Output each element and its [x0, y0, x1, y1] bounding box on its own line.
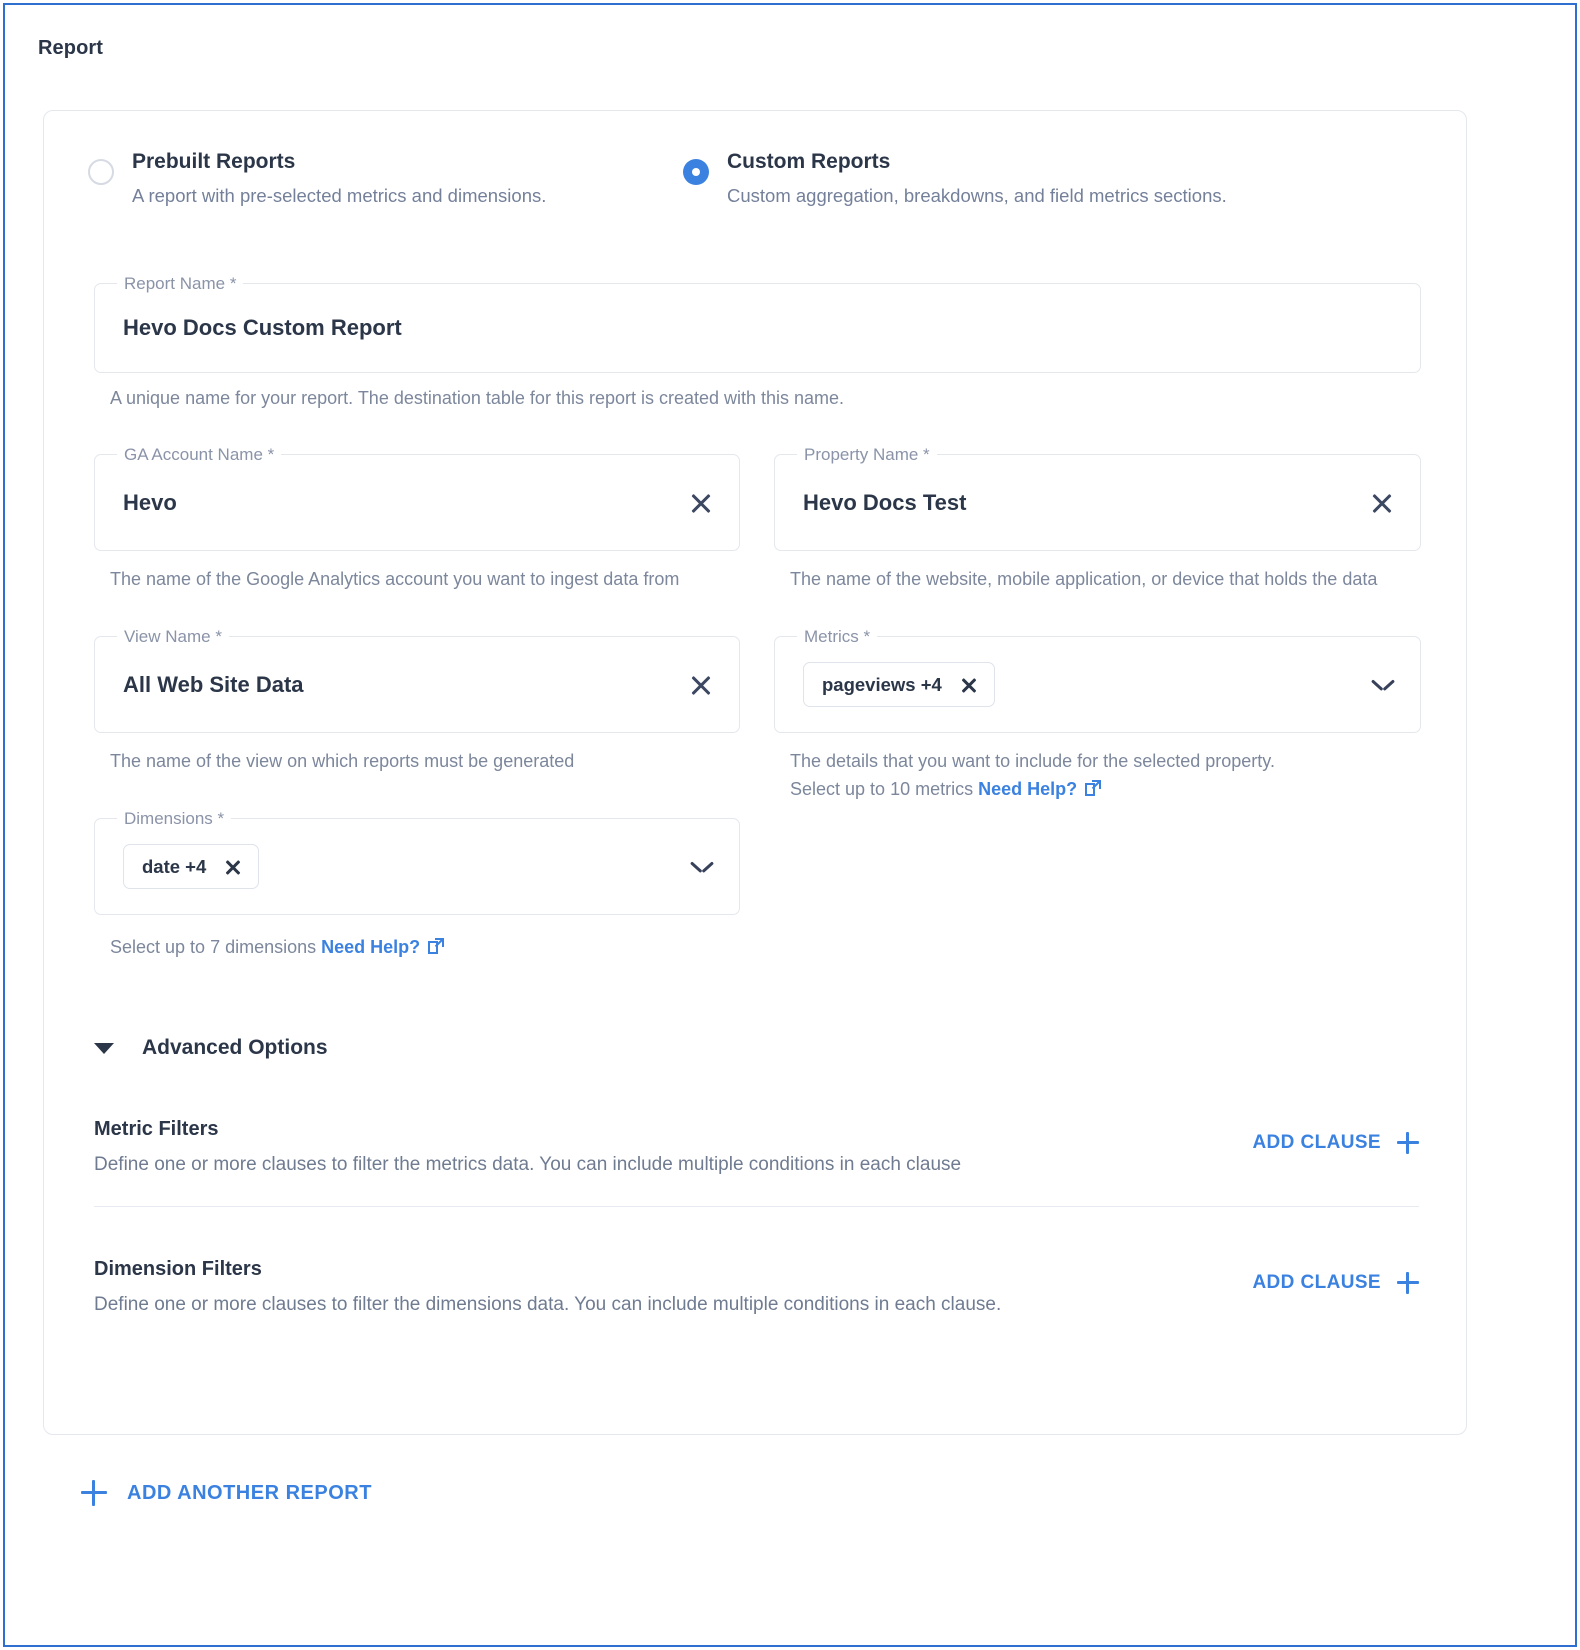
- view-name-helper: The name of the view on which reports mu…: [110, 751, 575, 771]
- view-name-legend: View Name *: [117, 626, 229, 648]
- metrics-chip-label: pageviews +4: [822, 673, 942, 695]
- ga-account-name-field[interactable]: GA Account Name * Hevo: [94, 444, 740, 551]
- metric-filters-title: Metric Filters: [94, 1118, 219, 1140]
- app-window: Report Prebuilt Reports A report with pr…: [3, 3, 1577, 1647]
- filters-divider: [94, 1206, 1419, 1207]
- dimension-filters-add-clause-button[interactable]: ADD CLAUSE: [1252, 1272, 1419, 1294]
- page-title: Report: [38, 37, 104, 59]
- external-link-icon[interactable]: [426, 936, 446, 963]
- dimensions-chevron-down-icon[interactable]: [691, 861, 713, 873]
- view-name-clear-icon[interactable]: [689, 673, 713, 697]
- metric-filters-add-clause-button[interactable]: ADD CLAUSE: [1252, 1132, 1419, 1154]
- add-another-report-button[interactable]: ADD ANOTHER REPORT: [81, 1480, 372, 1506]
- radio-custom-description: Custom aggregation, breakdowns, and fiel…: [727, 185, 1227, 206]
- dimensions-legend: Dimensions *: [117, 808, 232, 830]
- radio-custom-label: Custom Reports: [727, 150, 891, 173]
- advanced-options-toggle[interactable]: Advanced Options: [94, 1036, 328, 1060]
- radio-option-prebuilt-reports[interactable]: Prebuilt Reports A report with pre-selec…: [88, 149, 683, 208]
- metrics-need-help-link[interactable]: Need Help?: [978, 779, 1077, 799]
- plus-icon: [1397, 1272, 1419, 1294]
- ga-account-name-helper: The name of the Google Analytics account…: [110, 569, 680, 589]
- plus-icon: [1397, 1132, 1419, 1154]
- metrics-chip[interactable]: pageviews +4: [803, 662, 995, 707]
- plus-icon: [81, 1480, 107, 1506]
- radio-prebuilt-description: A report with pre-selected metrics and d…: [132, 185, 547, 206]
- ga-account-name-legend: GA Account Name *: [117, 444, 282, 466]
- report-name-legend: Report Name *: [117, 273, 244, 295]
- dimensions-chip[interactable]: date +4: [123, 844, 260, 889]
- dimensions-helper: Select up to 7 dimensions Need Help?: [110, 935, 730, 963]
- metric-filters-add-clause-label: ADD CLAUSE: [1252, 1132, 1381, 1153]
- metrics-field[interactable]: Metrics * pageviews +4: [774, 626, 1421, 733]
- property-name-clear-icon[interactable]: [1370, 491, 1394, 515]
- external-link-icon[interactable]: [1083, 778, 1103, 805]
- dimension-filters-add-clause-label: ADD CLAUSE: [1252, 1272, 1381, 1293]
- metrics-legend: Metrics *: [797, 626, 878, 648]
- dimensions-field[interactable]: Dimensions * date +4: [94, 808, 740, 915]
- property-name-field[interactable]: Property Name * Hevo Docs Test: [774, 444, 1421, 551]
- view-name-field[interactable]: View Name * All Web Site Data: [94, 626, 740, 733]
- report-name-helper: A unique name for your report. The desti…: [110, 388, 845, 408]
- report-type-radio-group: Prebuilt Reports A report with pre-selec…: [88, 149, 1428, 208]
- advanced-options-title: Advanced Options: [142, 1036, 328, 1059]
- dimensions-helper-prefix: Select up to 7 dimensions: [110, 937, 322, 957]
- ga-account-name-clear-icon[interactable]: [689, 491, 713, 515]
- property-name-legend: Property Name *: [797, 444, 937, 466]
- metrics-chevron-down-icon[interactable]: [1372, 679, 1394, 691]
- dimensions-chip-remove-icon[interactable]: [224, 858, 242, 876]
- dimension-filters-title: Dimension Filters: [94, 1258, 262, 1280]
- ga-account-name-value: Hevo: [123, 489, 177, 515]
- radio-option-custom-reports[interactable]: Custom Reports Custom aggregation, break…: [683, 149, 1227, 208]
- radio-custom-icon[interactable]: [683, 159, 709, 185]
- property-name-value: Hevo Docs Test: [803, 489, 967, 515]
- report-name-value: Hevo Docs Custom Report: [123, 315, 402, 340]
- dimension-filters-description: Define one or more clauses to filter the…: [94, 1294, 1002, 1315]
- report-name-field[interactable]: Report Name * Hevo Docs Custom Report: [94, 273, 1421, 373]
- metrics-helper-line2: Select up to 10 metrics Need Help?: [790, 777, 1410, 805]
- metric-filters-description: Define one or more clauses to filter the…: [94, 1154, 962, 1175]
- metrics-helper-line1: The details that you want to include for…: [790, 751, 1275, 771]
- dimensions-chip-label: date +4: [142, 855, 207, 877]
- add-another-report-label: ADD ANOTHER REPORT: [127, 1481, 372, 1504]
- caret-down-icon[interactable]: [94, 1042, 114, 1054]
- dimensions-need-help-link[interactable]: Need Help?: [321, 937, 420, 957]
- dimension-filters-section: Dimension Filters Define one or more cla…: [94, 1256, 1419, 1319]
- metrics-helper-prefix: Select up to 10 metrics: [790, 779, 979, 799]
- view-name-value: All Web Site Data: [123, 671, 304, 697]
- property-name-helper: The name of the website, mobile applicat…: [790, 569, 1378, 589]
- radio-prebuilt-icon[interactable]: [88, 159, 114, 185]
- radio-prebuilt-label: Prebuilt Reports: [132, 150, 296, 173]
- metric-filters-section: Metric Filters Define one or more clause…: [94, 1116, 1419, 1179]
- report-card: Prebuilt Reports A report with pre-selec…: [43, 110, 1467, 1435]
- metrics-chip-remove-icon[interactable]: [960, 676, 978, 694]
